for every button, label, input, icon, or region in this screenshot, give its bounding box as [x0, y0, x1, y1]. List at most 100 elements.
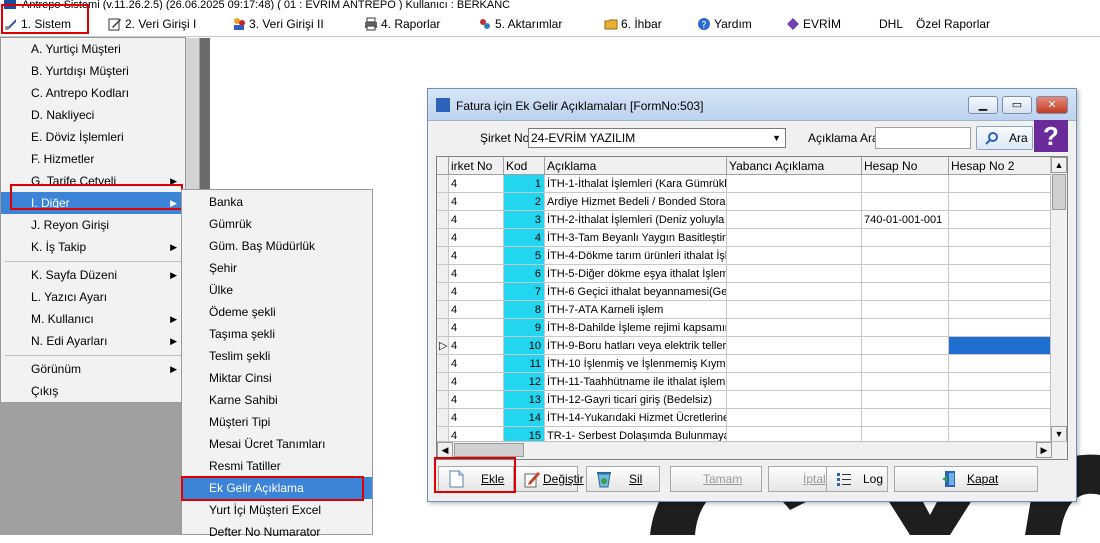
cell-sirket-no[interactable]: 4 [449, 337, 504, 355]
menu-ihbar[interactable]: 6. İhbar [604, 14, 662, 34]
cell-aciklama[interactable]: İTH-10 İşlenmiş ve İşlenmemiş Kıymet [545, 355, 727, 373]
horizontal-scrollbar[interactable]: ◀ ▶ [437, 441, 1067, 459]
cell-sirket-no[interactable]: 4 [449, 319, 504, 337]
menu-edi-ayarlari[interactable]: N. Edi Ayarları ▶ [1, 330, 185, 352]
row-indicator[interactable] [437, 211, 449, 229]
cell-sirket-no[interactable]: 4 [449, 373, 504, 391]
table-row[interactable]: 4 14 İTH-14-Yukarıdaki Hizmet Ücretlerine [437, 409, 1052, 427]
cell-yabanci-aciklama[interactable] [727, 193, 862, 211]
search-input[interactable] [875, 127, 971, 149]
table-row[interactable]: 4 8 İTH-7-ATA Karneli işlem [437, 301, 1052, 319]
col-header-hesap-no-2[interactable]: Hesap No 2 [949, 157, 1052, 175]
cell-kod[interactable]: 8 [504, 301, 545, 319]
row-indicator[interactable] [437, 301, 449, 319]
menu-sayfa-duzeni[interactable]: K. Sayfa Düzeni ▶ [1, 264, 185, 286]
cell-sirket-no[interactable]: 4 [449, 247, 504, 265]
menu-antrepo-kodlari[interactable]: C. Antrepo Kodları [1, 82, 185, 104]
cell-hesap-no[interactable] [862, 265, 949, 283]
menu-veri-girisi-2[interactable]: 3. Veri Girişi II [232, 14, 324, 34]
menu-aktarimlar[interactable]: 5. Aktarımlar [478, 14, 562, 34]
cell-yabanci-aciklama[interactable] [727, 301, 862, 319]
cell-hesap-no-2[interactable] [949, 193, 1052, 211]
cell-hesap-no[interactable] [862, 175, 949, 193]
submenu-ek-gelir-aciklama[interactable]: Ek Gelir Açıklama [182, 477, 372, 499]
cell-kod[interactable]: 7 [504, 283, 545, 301]
cell-sirket-no[interactable]: 4 [449, 409, 504, 427]
vertical-scrollbar[interactable]: ▲ ▼ [1050, 157, 1067, 442]
cell-aciklama[interactable]: İTH-4-Dökme tarım ürünleri ithalat İşle [545, 247, 727, 265]
table-row[interactable]: 4 7 İTH-6 Geçici ithalat beyannamesi(Geç [437, 283, 1052, 301]
cell-aciklama[interactable]: İTH-2-İthalat İşlemleri (Deniz yoluyla g [545, 211, 727, 229]
menu-veri-girisi-1[interactable]: 2. Veri Girişi I [108, 14, 196, 34]
menu-diger[interactable]: I. Diğer ▶ [1, 192, 185, 214]
cell-yabanci-aciklama[interactable] [727, 247, 862, 265]
cell-sirket-no[interactable]: 4 [449, 283, 504, 301]
cell-aciklama[interactable]: İTH-11-Taahhütname ile ithalat işlemle [545, 373, 727, 391]
cell-aciklama[interactable]: İTH-12-Gayri ticari giriş (Bedelsiz) [545, 391, 727, 409]
cell-hesap-no[interactable] [862, 391, 949, 409]
cell-hesap-no-2[interactable] [949, 247, 1052, 265]
cell-yabanci-aciklama[interactable] [727, 283, 862, 301]
submenu-resmi-tatiller[interactable]: Resmi Tatiller [182, 455, 372, 477]
submenu-gumruk[interactable]: Gümrük [182, 213, 372, 235]
cell-hesap-no-2[interactable] [949, 211, 1052, 229]
cell-kod[interactable]: 11 [504, 355, 545, 373]
cell-hesap-no[interactable] [862, 319, 949, 337]
cell-hesap-no[interactable] [862, 373, 949, 391]
row-indicator[interactable] [437, 247, 449, 265]
cell-sirket-no[interactable]: 4 [449, 265, 504, 283]
menu-hizmetler[interactable]: F. Hizmetler [1, 148, 185, 170]
submenu-ulke[interactable]: Ülke [182, 279, 372, 301]
cell-yabanci-aciklama[interactable] [727, 355, 862, 373]
cell-hesap-no-2[interactable] [949, 409, 1052, 427]
vertical-scroll-thumb[interactable] [1052, 174, 1066, 210]
menu-nakliyeci[interactable]: D. Nakliyeci [1, 104, 185, 126]
table-row[interactable]: 4 12 İTH-11-Taahhütname ile ithalat işleml… [437, 373, 1052, 391]
submenu-teslim-sekli[interactable]: Teslim şekli [182, 345, 372, 367]
table-row[interactable]: 4 11 İTH-10 İşlenmiş ve İşlenmemiş Kıymet [437, 355, 1052, 373]
menu-yurtdisi-musteri[interactable]: B. Yurtdışı Müşteri [1, 60, 185, 82]
cell-hesap-no[interactable] [862, 355, 949, 373]
close-button[interactable]: ✕ [1036, 96, 1068, 114]
cell-hesap-no[interactable] [862, 247, 949, 265]
col-header-sirket-no[interactable]: irket No [449, 157, 504, 175]
cell-hesap-no-2[interactable] [949, 265, 1052, 283]
cell-sirket-no[interactable]: 4 [449, 391, 504, 409]
cell-sirket-no[interactable]: 4 [449, 355, 504, 373]
cell-yabanci-aciklama[interactable] [727, 391, 862, 409]
cell-hesap-no-2[interactable] [949, 355, 1052, 373]
cell-kod[interactable]: 5 [504, 247, 545, 265]
cell-yabanci-aciklama[interactable] [727, 175, 862, 193]
cell-hesap-no-2[interactable] [949, 391, 1052, 409]
menu-dhl[interactable]: DHL [879, 14, 903, 34]
edit-button[interactable]: Değiştir [514, 466, 584, 492]
scroll-right-arrow-icon[interactable]: ▶ [1036, 442, 1052, 458]
cell-yabanci-aciklama[interactable] [727, 337, 862, 355]
submenu-banka[interactable]: Banka [182, 191, 372, 213]
menu-reyon-girisi[interactable]: J. Reyon Girişi [1, 214, 185, 236]
row-indicator[interactable] [437, 355, 449, 373]
cell-yabanci-aciklama[interactable] [727, 319, 862, 337]
cell-sirket-no[interactable]: 4 [449, 193, 504, 211]
row-indicator[interactable] [437, 319, 449, 337]
cell-aciklama[interactable]: İTH-6 Geçici ithalat beyannamesi(Geç [545, 283, 727, 301]
cell-sirket-no[interactable]: 4 [449, 301, 504, 319]
cell-aciklama[interactable]: İTH-3-Tam Beyanlı Yaygın Basitleştirilı [545, 229, 727, 247]
menu-yazici-ayari[interactable]: L. Yazıcı Ayarı [1, 286, 185, 308]
cell-kod[interactable]: 3 [504, 211, 545, 229]
row-indicator[interactable] [437, 391, 449, 409]
cell-kod[interactable]: 2 [504, 193, 545, 211]
cell-kod[interactable]: 13 [504, 391, 545, 409]
menu-yardim[interactable]: ? Yardım [697, 14, 752, 34]
row-indicator[interactable] [437, 229, 449, 247]
cell-kod[interactable]: 14 [504, 409, 545, 427]
submenu-defter-no-numarator[interactable]: Defter No Numarator [182, 521, 372, 543]
scroll-left-arrow-icon[interactable]: ◀ [437, 442, 453, 458]
table-row[interactable]: 4 5 İTH-4-Dökme tarım ürünleri ithalat İşl… [437, 247, 1052, 265]
submenu-sehir[interactable]: Şehir [182, 257, 372, 279]
submenu-gum-bas-mudurluk[interactable]: Güm. Baş Müdürlük [182, 235, 372, 257]
cell-aciklama[interactable]: İTH-1-İthalat İşlemleri (Kara Gümrükle [545, 175, 727, 193]
menu-ozel-raporlar[interactable]: Özel Raporlar [916, 14, 990, 34]
cell-hesap-no[interactable]: 740-01-001-001 [862, 211, 949, 229]
scroll-down-arrow-icon[interactable]: ▼ [1051, 426, 1067, 442]
